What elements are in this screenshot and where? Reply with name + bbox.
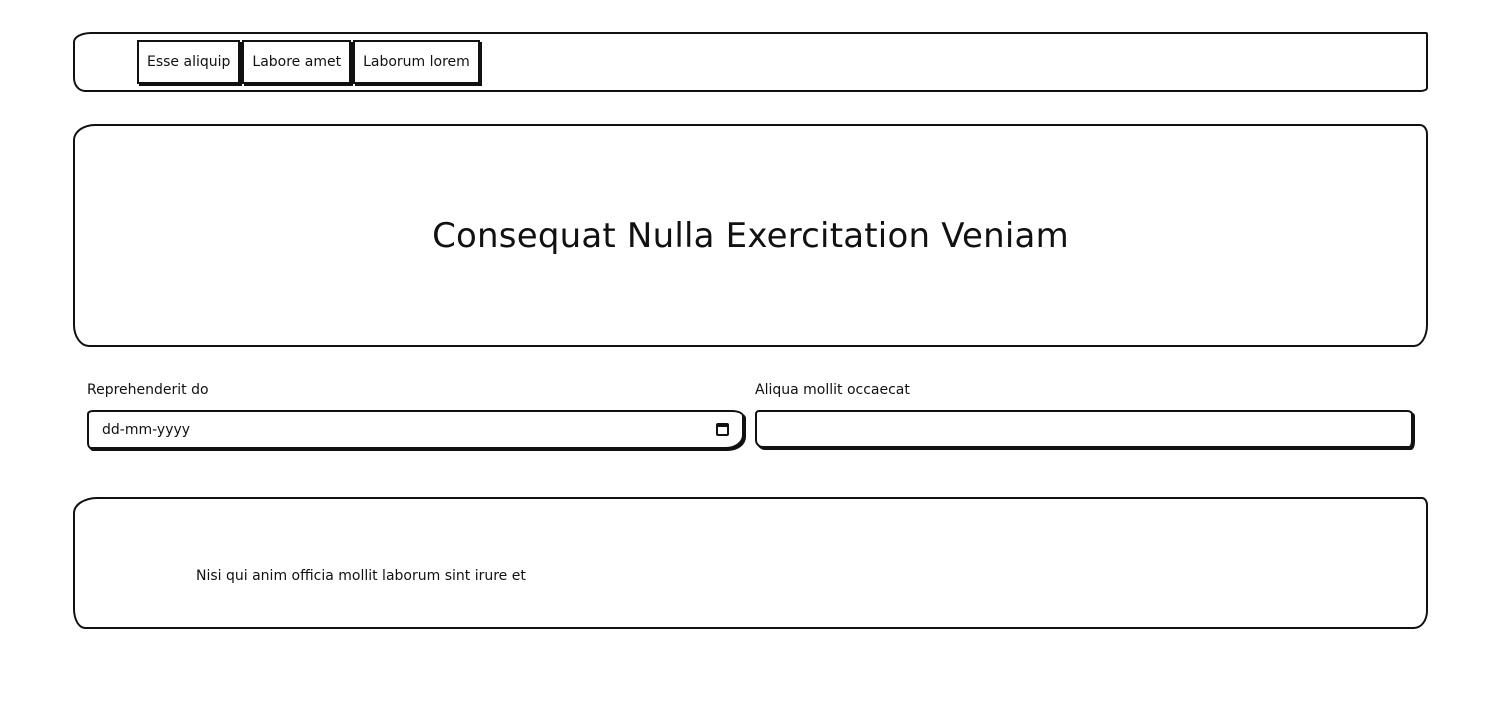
text-input[interactable] bbox=[757, 412, 1411, 446]
footer-text: Nisi qui anim officia mollit laborum sin… bbox=[196, 568, 526, 584]
text-input-container bbox=[755, 410, 1413, 448]
top-navigation: Esse aliquip Labore amet Laborum lorem bbox=[73, 32, 1428, 92]
date-input[interactable]: dd-mm-yyyy bbox=[87, 410, 744, 449]
hero-title: Consequat Nulla Exercitation Veniam bbox=[432, 215, 1069, 256]
footer-section: Nisi qui anim officia mollit laborum sin… bbox=[73, 497, 1428, 629]
page: Esse aliquip Labore amet Laborum lorem C… bbox=[0, 0, 1500, 720]
calendar-icon[interactable] bbox=[716, 423, 729, 436]
nav-button-esse-aliquip[interactable]: Esse aliquip bbox=[137, 40, 241, 84]
date-field-label: Reprehenderit do bbox=[87, 382, 209, 398]
hero-section: Consequat Nulla Exercitation Veniam bbox=[73, 124, 1428, 347]
navigation-button-group: Esse aliquip Labore amet Laborum lorem bbox=[137, 40, 480, 84]
text-field-label: Aliqua mollit occaecat bbox=[755, 382, 910, 398]
nav-button-laborum-lorem[interactable]: Laborum lorem bbox=[353, 40, 480, 84]
date-placeholder: dd-mm-yyyy bbox=[102, 422, 191, 438]
nav-button-labore-amet[interactable]: Labore amet bbox=[242, 40, 352, 84]
